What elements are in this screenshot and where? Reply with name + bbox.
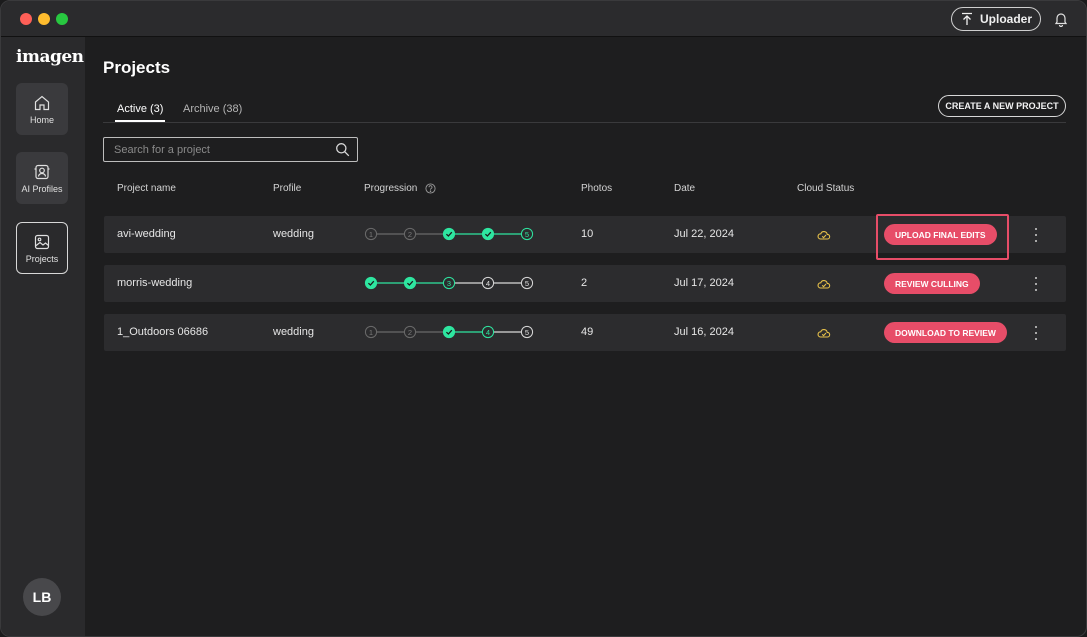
sidebar-item-projects[interactable]: Projects <box>16 222 68 274</box>
project-profile: wedding <box>273 326 314 338</box>
project-name: morris-wedding <box>117 277 193 289</box>
tab-archive[interactable]: Archive (38) <box>183 103 242 115</box>
table-row[interactable]: morris-wedding 3 4 5 2 Jul 17, 2024 REVIEW… <box>104 265 1066 302</box>
sidebar-item-ai-profiles[interactable]: AI Profiles <box>16 152 68 204</box>
column-header-progression-label: Progression <box>364 183 418 195</box>
upload-icon <box>961 12 972 25</box>
search-icon[interactable] <box>335 142 350 157</box>
download-to-review-button[interactable]: DOWNLOAD TO REVIEW <box>884 322 1007 343</box>
sidebar-item-label: AI Profiles <box>21 183 63 194</box>
photo-count: 2 <box>581 277 588 289</box>
progress-step-1 <box>364 276 378 290</box>
progress-tracker: 1 2 4 5 <box>364 325 534 339</box>
progress-step-number: 4 <box>486 328 490 337</box>
progress-step-1: 1 <box>364 325 378 339</box>
progress-step-5: 5 <box>520 325 534 339</box>
progress-step-5: 5 <box>520 227 534 241</box>
progress-step-number: 1 <box>369 230 373 239</box>
upload-final-edits-button[interactable]: UPLOAD FINAL EDITS <box>884 224 997 245</box>
search-input[interactable] <box>104 138 329 161</box>
progress-step-4 <box>481 227 495 241</box>
progress-step-number: 4 <box>486 279 490 288</box>
minimize-window-button[interactable] <box>38 13 50 25</box>
help-icon[interactable] <box>425 183 436 194</box>
column-header-photos: Photos <box>581 183 613 194</box>
progress-step-number: 5 <box>525 230 529 239</box>
progress-tracker: 3 4 5 <box>364 276 534 290</box>
create-new-project-button[interactable]: CREATE A NEW PROJECT <box>938 95 1066 117</box>
ai-profile-icon <box>34 164 50 179</box>
title-bar: Uploader <box>1 1 1086 37</box>
table-row[interactable]: avi-wedding wedding 125 10 Jul 22, 2024 … <box>104 216 1066 253</box>
table-row[interactable]: 1_Outdoors 06686 wedding 1 2 4 5 49 Jul 16,… <box>104 314 1066 351</box>
home-icon <box>34 95 50 110</box>
app-logo: imagen <box>16 47 84 67</box>
cloud-check-icon <box>817 329 831 338</box>
page-title: Projects <box>103 58 171 77</box>
progress-step-3: 3 <box>442 276 456 290</box>
project-profile: wedding <box>273 228 314 240</box>
more-options-icon[interactable] <box>1033 326 1039 340</box>
progress-step-5: 5 <box>520 276 534 290</box>
maximize-window-button[interactable] <box>56 13 68 25</box>
column-header-progression: Progression <box>364 183 436 194</box>
more-options-icon[interactable] <box>1033 228 1039 242</box>
sidebar: imagen Home AI Profiles Projects LB <box>1 37 85 636</box>
projects-icon <box>34 234 50 249</box>
cloud-check-icon <box>817 231 831 240</box>
photo-count: 49 <box>581 326 594 338</box>
search-box <box>103 137 358 162</box>
progress-step-3 <box>442 325 456 339</box>
uploader-label: Uploader <box>979 12 1032 26</box>
app-window: Uploader imagen Home AI Profiles Project… <box>0 0 1087 637</box>
avatar[interactable]: LB <box>23 578 61 616</box>
progress-step-number: 5 <box>525 328 529 337</box>
progress-step-number: 5 <box>525 279 529 288</box>
project-name: 1_Outdoors 06686 <box>117 326 209 338</box>
project-name: avi-wedding <box>117 228 176 240</box>
tab-bar: Active (3) Archive (38) <box>103 101 1066 123</box>
project-date: Jul 17, 2024 <box>674 277 734 289</box>
tab-active[interactable]: Active (3) <box>114 103 166 122</box>
photo-count: 10 <box>581 228 594 240</box>
progress-step-4: 4 <box>481 276 495 290</box>
progress-step-3 <box>442 227 456 241</box>
review-culling-button[interactable]: REVIEW CULLING <box>884 273 980 294</box>
sidebar-item-home[interactable]: Home <box>16 83 68 135</box>
column-header-profile: Profile <box>273 183 302 194</box>
progress-step-number: 2 <box>408 230 412 239</box>
project-date: Jul 16, 2024 <box>674 326 734 338</box>
progress-step-number: 2 <box>408 328 412 337</box>
progress-tracker: 1 2 5 <box>364 227 534 241</box>
bell-icon[interactable] <box>1053 11 1069 27</box>
column-header-name: Project name <box>117 183 176 194</box>
project-date: Jul 22, 2024 <box>674 228 734 240</box>
column-header-cloud-status: Cloud Status <box>797 183 855 194</box>
column-header-date: Date <box>674 183 696 194</box>
close-window-button[interactable] <box>20 13 32 25</box>
sidebar-item-label: Home <box>29 114 54 125</box>
uploader-button[interactable]: Uploader <box>951 7 1041 31</box>
sidebar-item-label: Projects <box>25 253 59 264</box>
progress-step-1: 1 <box>364 227 378 241</box>
progress-step-2: 2 <box>403 325 417 339</box>
progress-step-2: 2 <box>403 227 417 241</box>
progress-step-number: 1 <box>369 328 373 337</box>
progress-step-4: 4 <box>481 325 495 339</box>
progress-step-number: 3 <box>447 279 451 288</box>
cloud-check-icon <box>817 280 831 289</box>
more-options-icon[interactable] <box>1033 277 1039 291</box>
progress-step-2 <box>403 276 417 290</box>
